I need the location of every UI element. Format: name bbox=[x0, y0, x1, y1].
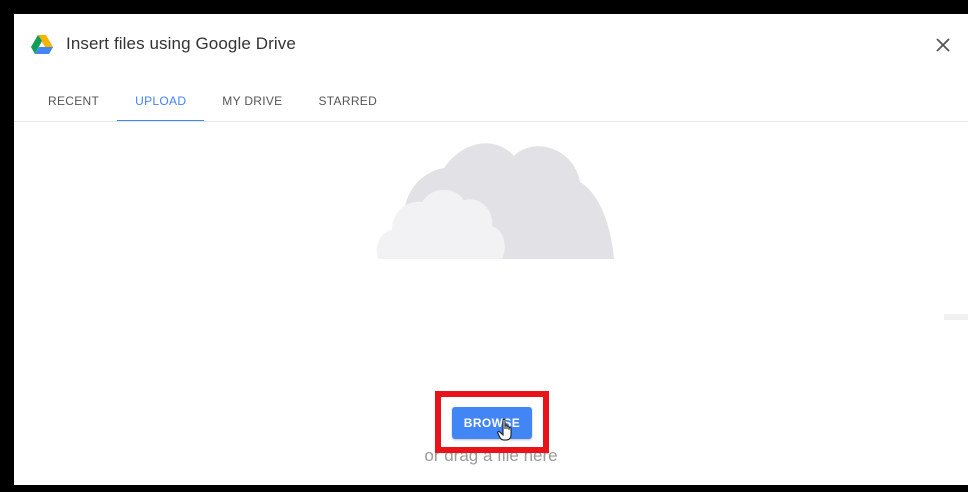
google-drive-logo-icon bbox=[31, 35, 53, 54]
hand-cursor-icon bbox=[497, 418, 512, 441]
tab-upload[interactable]: UPLOAD bbox=[117, 84, 205, 122]
tab-starred[interactable]: STARRED bbox=[301, 84, 396, 122]
edge-decoration bbox=[944, 314, 968, 320]
tab-my-drive[interactable]: MY DRIVE bbox=[204, 84, 300, 122]
cloud-icon bbox=[376, 143, 614, 259]
close-icon[interactable] bbox=[932, 34, 954, 56]
insert-files-dialog: Insert files using Google Drive RECENT U… bbox=[14, 14, 968, 485]
browse-button[interactable]: BROWSE bbox=[452, 407, 532, 439]
tab-recent[interactable]: RECENT bbox=[31, 84, 117, 122]
tab-bar: RECENT UPLOAD MY DRIVE STARRED bbox=[31, 84, 395, 122]
dialog-title: Insert files using Google Drive bbox=[66, 34, 296, 53]
dialog-header: Insert files using Google Drive bbox=[14, 14, 968, 74]
